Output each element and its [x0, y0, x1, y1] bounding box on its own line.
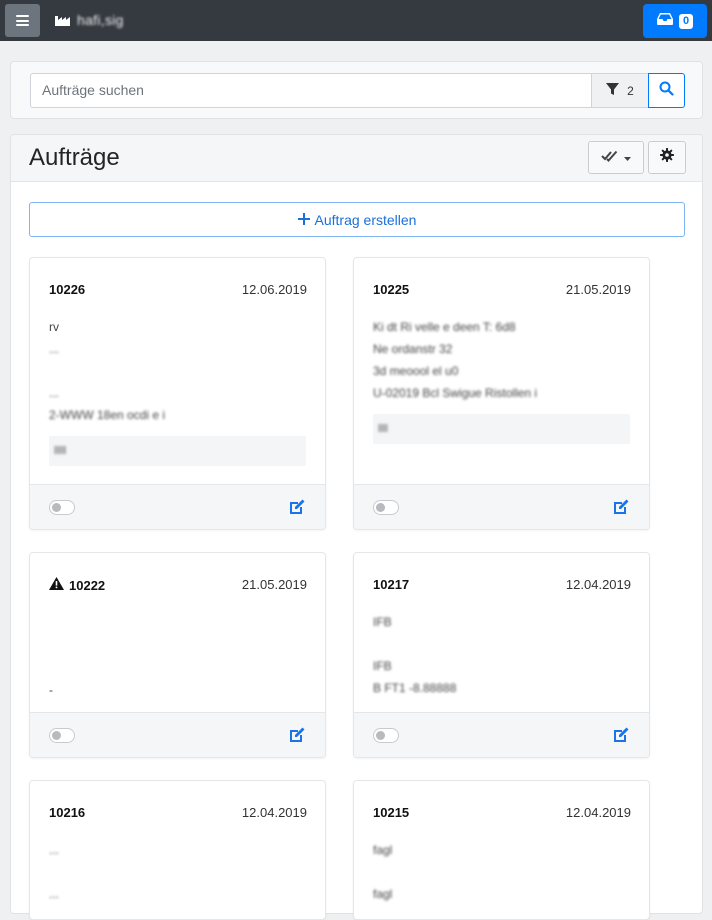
warning-icon: [49, 577, 64, 593]
address-line: IFB: [373, 659, 392, 673]
address-line: ...: [49, 342, 60, 356]
order-id: 10225: [373, 282, 410, 297]
order-card[interactable]: 10226 12.06.2019 rv ... ... 2-WWW 18en o…: [29, 257, 326, 530]
address-line: fagl: [373, 843, 393, 857]
address-line: [49, 633, 309, 655]
orders-header: Aufträge: [11, 135, 702, 182]
order-toggle[interactable]: [49, 500, 75, 515]
order-address: fagl fagl: [373, 839, 633, 905]
address-line: -: [49, 683, 53, 697]
settings-button[interactable]: [648, 141, 686, 174]
search-button[interactable]: [648, 73, 685, 108]
address-line: IFB: [373, 615, 392, 629]
bulk-select-dropdown[interactable]: [588, 141, 644, 174]
address-line: Ki dt Ri velle e deen T: 6d8: [373, 320, 516, 334]
order-date: 21.05.2019: [565, 282, 631, 297]
inbox-icon: [656, 12, 673, 30]
edit-icon[interactable]: [288, 498, 306, 516]
order-footer: [30, 484, 325, 529]
order-id: 10217: [373, 577, 410, 592]
address-line: ...: [49, 843, 60, 857]
address-line: ...: [49, 386, 60, 400]
order-address: rv ... ... 2-WWW 18en ocdi e i: [49, 316, 309, 426]
address-line: rv: [49, 320, 59, 334]
order-card[interactable]: 10222 21.05.2019 -: [29, 552, 326, 758]
edit-icon[interactable]: [612, 726, 630, 744]
hamburger-icon: [16, 15, 29, 26]
order-footer: [354, 484, 649, 529]
edit-icon[interactable]: [612, 498, 630, 516]
order-card[interactable]: 10217 12.04.2019 IFB IFB B FT1 -8.88888: [353, 552, 650, 758]
order-date: 12.06.2019: [241, 282, 307, 297]
order-toggle[interactable]: [373, 500, 399, 515]
top-navbar: hafi,sig 0: [0, 0, 712, 41]
order-toggle[interactable]: [373, 728, 399, 743]
edit-icon[interactable]: [288, 726, 306, 744]
address-line: fagl: [373, 887, 393, 901]
page-title: Aufträge: [29, 144, 120, 171]
gear-icon: [660, 148, 674, 167]
address-line: [49, 655, 309, 677]
address-line: [373, 861, 633, 883]
order-date: 12.04.2019: [565, 805, 631, 820]
filter-icon: [606, 82, 620, 99]
address-line: B FT1 -8.88888: [373, 681, 457, 695]
create-order-label: Auftrag erstellen: [314, 211, 417, 228]
search-input[interactable]: Aufträge suchen: [30, 73, 592, 108]
address-line: ...: [49, 887, 60, 901]
address-line: [373, 633, 633, 655]
address-line: [49, 861, 309, 883]
order-card[interactable]: 10225 21.05.2019 Ki dt Ri velle e deen T…: [353, 257, 650, 530]
address-line: 3d meoool el u0: [373, 364, 459, 378]
order-id: 10222: [49, 577, 105, 593]
inbox-count-badge: 0: [678, 13, 694, 29]
order-id: 10215: [373, 805, 410, 820]
address-line: [49, 611, 309, 633]
filter-count: 2: [627, 83, 634, 98]
search-card: Aufträge suchen 2: [10, 61, 703, 119]
order-date: 12.04.2019: [565, 577, 631, 592]
order-date: 21.05.2019: [241, 577, 307, 592]
address-line: Ne ordanstr 32: [373, 342, 453, 356]
order-address: ... ...: [49, 839, 309, 905]
order-note: llll: [373, 414, 630, 444]
order-note: lllll: [49, 436, 306, 466]
address-line: U-02019 Bcl Swigue Ristollen i: [373, 386, 538, 400]
search-icon: [659, 81, 674, 101]
brand[interactable]: hafi,sig: [55, 12, 124, 28]
plus-icon: [297, 212, 310, 228]
address-line: 2-WWW 18en ocdi e i: [49, 408, 166, 422]
brand-name: hafi,sig: [77, 12, 124, 28]
order-address: Ki dt Ri velle e deen T: 6d8 Ne ordanstr…: [373, 316, 633, 404]
address-line: [49, 360, 309, 382]
order-card[interactable]: 10215 12.04.2019 fagl fagl: [353, 780, 650, 920]
order-id: 10226: [49, 282, 86, 297]
filter-button[interactable]: 2: [591, 73, 649, 108]
order-toggle[interactable]: [49, 728, 75, 743]
order-date: 12.04.2019: [241, 805, 307, 820]
order-address: -: [49, 611, 309, 701]
factory-icon: [55, 14, 71, 26]
order-footer: [354, 712, 649, 757]
order-footer: [30, 712, 325, 757]
caret-down-icon: [624, 149, 631, 167]
inbox-button[interactable]: 0: [643, 4, 707, 38]
double-check-icon: [601, 149, 619, 167]
order-card[interactable]: 10216 12.04.2019 ... ...: [29, 780, 326, 920]
order-address: IFB IFB B FT1 -8.88888: [373, 611, 633, 699]
create-order-button[interactable]: Auftrag erstellen: [29, 202, 685, 237]
order-id: 10216: [49, 805, 86, 820]
menu-toggle-button[interactable]: [5, 4, 40, 37]
